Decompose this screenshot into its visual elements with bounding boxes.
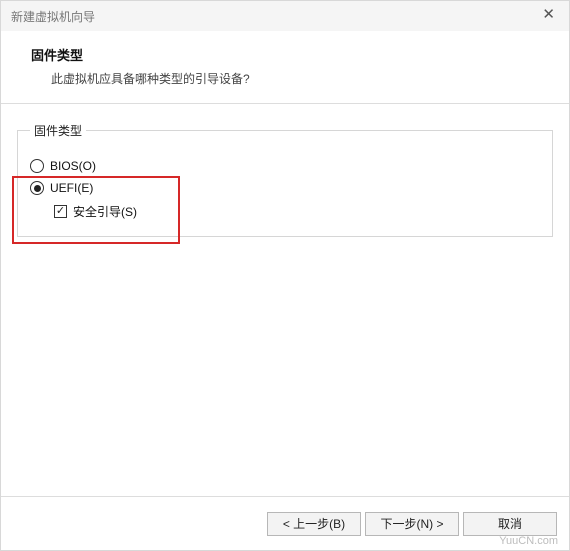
radio-icon <box>30 159 44 173</box>
next-button[interactable]: 下一步(N) > <box>365 512 459 536</box>
titlebar: 新建虚拟机向导 ✕ <box>1 1 569 31</box>
page-subtitle: 此虚拟机应具备哪种类型的引导设备? <box>31 70 551 87</box>
back-button[interactable]: < 上一步(B) <box>267 512 361 536</box>
wizard-content: 固件类型 BIOS(O) UEFI(E) 安全引导(S) <box>1 104 569 496</box>
radio-bios-label: BIOS(O) <box>50 159 96 173</box>
window-title: 新建虚拟机向导 <box>11 8 95 25</box>
page-title: 固件类型 <box>31 45 551 64</box>
wizard-footer: < 上一步(B) 下一步(N) > 取消 <box>1 496 569 550</box>
checkbox-secure-boot[interactable]: 安全引导(S) <box>54 203 540 220</box>
wizard-window: 新建虚拟机向导 ✕ 固件类型 此虚拟机应具备哪种类型的引导设备? 固件类型 BI… <box>0 0 570 551</box>
radio-bios[interactable]: BIOS(O) <box>30 159 540 173</box>
checkbox-secure-boot-label: 安全引导(S) <box>73 203 137 220</box>
radio-icon <box>30 181 44 195</box>
wizard-header: 固件类型 此虚拟机应具备哪种类型的引导设备? <box>1 31 569 104</box>
close-icon[interactable]: ✕ <box>542 5 555 23</box>
cancel-button[interactable]: 取消 <box>463 512 557 536</box>
firmware-legend: 固件类型 <box>30 122 86 139</box>
radio-uefi[interactable]: UEFI(E) <box>30 181 540 195</box>
firmware-type-group: 固件类型 BIOS(O) UEFI(E) 安全引导(S) <box>17 122 553 237</box>
radio-uefi-label: UEFI(E) <box>50 181 93 195</box>
checkbox-icon <box>54 205 67 218</box>
